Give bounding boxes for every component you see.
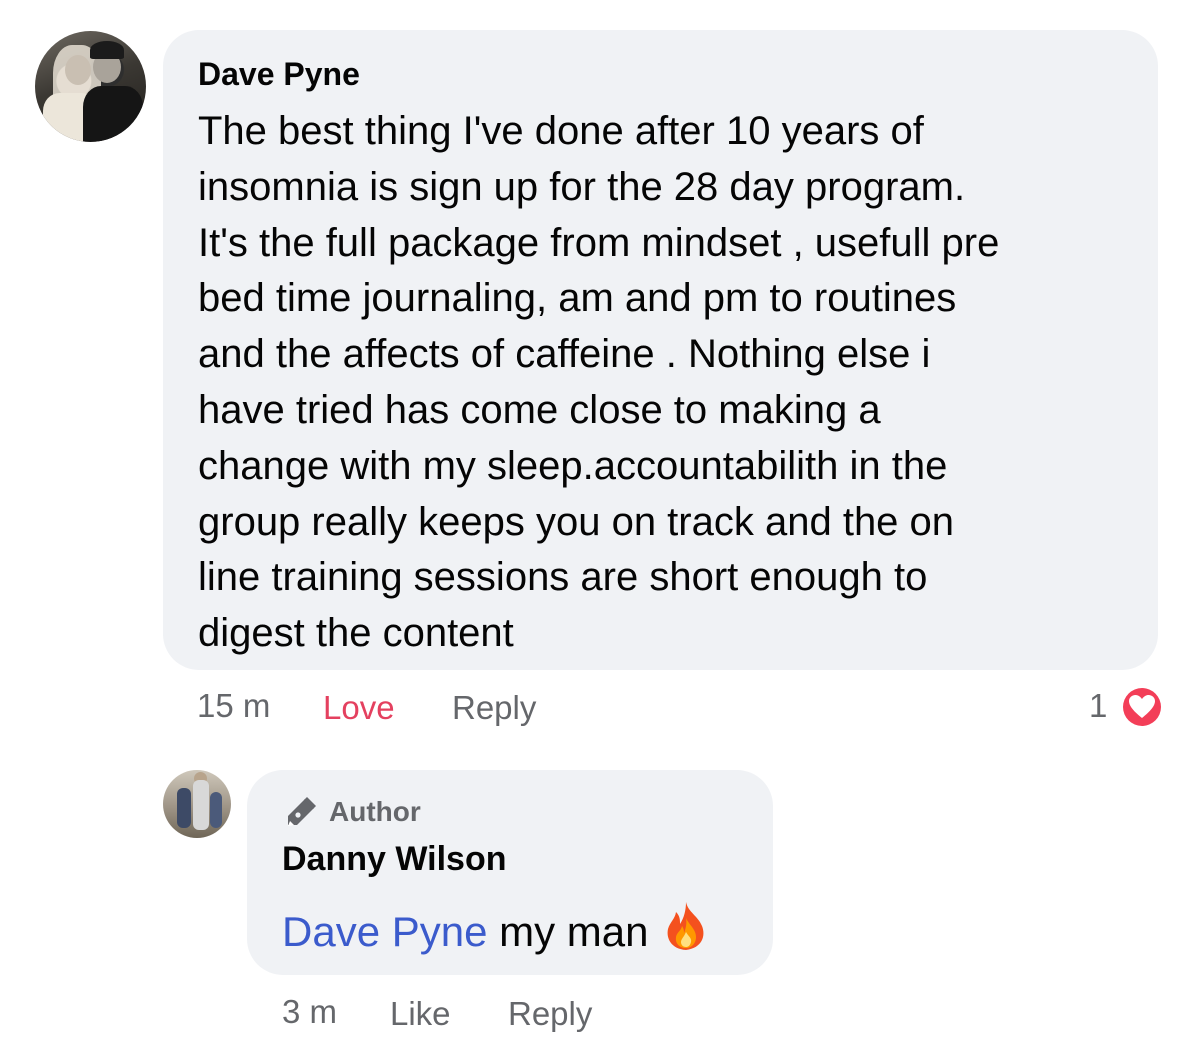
author-badge: Author bbox=[283, 794, 421, 830]
love-reaction-button[interactable]: Love bbox=[323, 688, 395, 728]
reply-button[interactable]: Reply bbox=[452, 688, 536, 728]
reaction-count[interactable]: 1 bbox=[1089, 686, 1107, 726]
mention-link[interactable]: Dave Pyne bbox=[282, 908, 487, 955]
reply-author-avatar[interactable] bbox=[163, 770, 231, 838]
comment-text: The best thing I've done after 10 years … bbox=[198, 109, 1000, 656]
pen-icon bbox=[283, 794, 319, 830]
commenter-avatar[interactable] bbox=[35, 31, 146, 142]
like-button[interactable]: Like bbox=[390, 994, 451, 1034]
reply-author-name[interactable]: Danny Wilson bbox=[282, 838, 507, 880]
reply-text-body: my man bbox=[487, 908, 649, 955]
comment-timestamp[interactable]: 15 m bbox=[197, 686, 270, 726]
reply-bubble: Author Danny Wilson Dave Pyne my man bbox=[247, 770, 773, 975]
heart-icon[interactable] bbox=[1119, 684, 1165, 730]
author-badge-label: Author bbox=[329, 796, 421, 827]
fire-icon bbox=[662, 900, 710, 952]
comment-author-name[interactable]: Dave Pyne bbox=[198, 54, 360, 94]
comment-bubble: Dave Pyne The best thing I've done after… bbox=[163, 30, 1158, 670]
reply-text: Dave Pyne my man bbox=[282, 900, 710, 959]
reply-to-reply-button[interactable]: Reply bbox=[508, 994, 592, 1034]
reply-timestamp[interactable]: 3 m bbox=[282, 992, 337, 1032]
